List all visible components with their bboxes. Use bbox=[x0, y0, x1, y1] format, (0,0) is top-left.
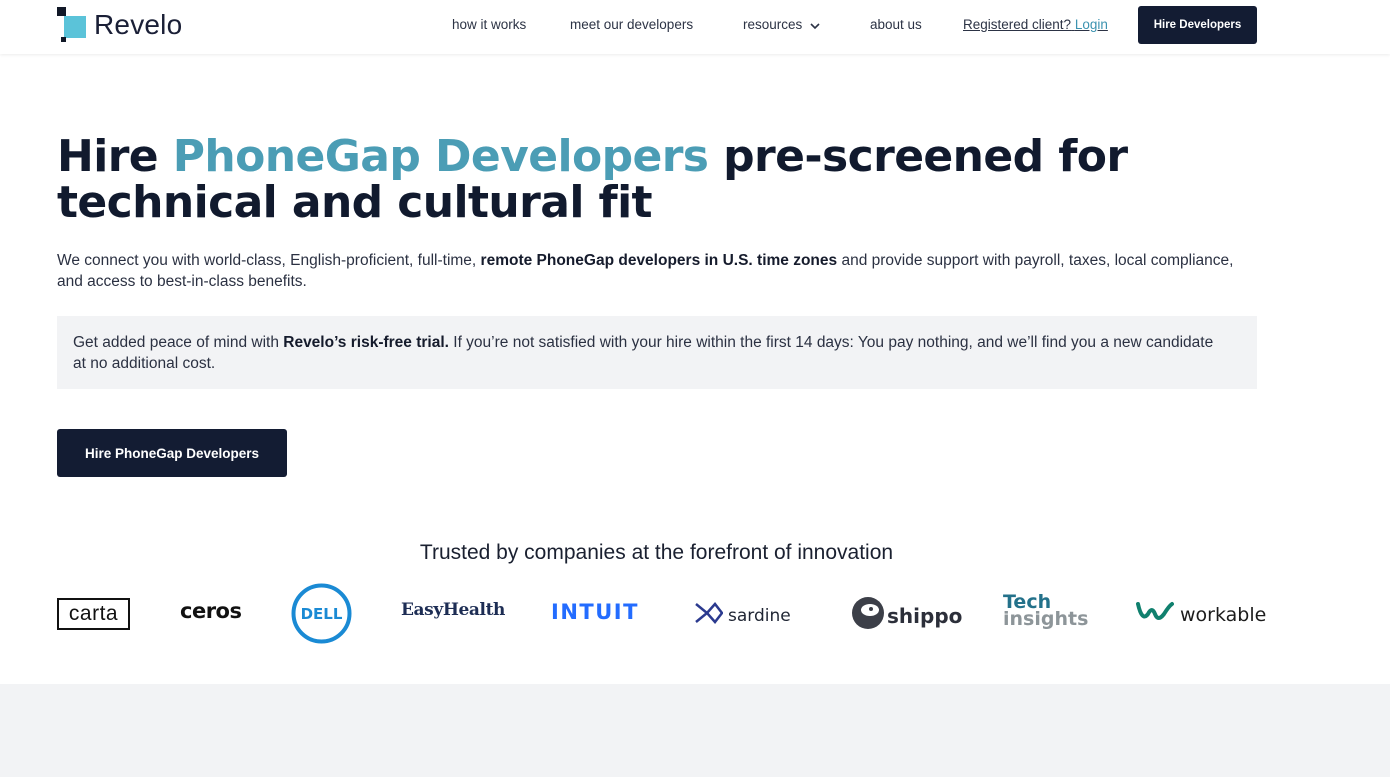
hero-description: We connect you with world-class, English… bbox=[57, 250, 1257, 292]
hire-developers-button[interactable]: Hire Developers bbox=[1138, 6, 1257, 44]
login-link-text: Login bbox=[1074, 17, 1108, 32]
sardine-logo: sardine bbox=[693, 600, 791, 631]
revelo-logo-icon bbox=[57, 7, 87, 43]
workable-logo-icon bbox=[1136, 600, 1174, 629]
trial-text-bold: Revelo’s risk-free trial. bbox=[283, 334, 449, 351]
login-prefix: Registered client? bbox=[963, 17, 1072, 32]
hero-title-accent: PhoneGap Developers bbox=[172, 131, 709, 182]
nav-resources-label: resources bbox=[743, 17, 803, 32]
hero-description-bold: remote PhoneGap developers in U.S. time … bbox=[480, 252, 838, 269]
nav-meet-our-developers[interactable]: meet our developers bbox=[570, 17, 693, 32]
hero-title: Hire PhoneGap Developers pre-screened fo… bbox=[57, 134, 1157, 226]
registered-client-login-link[interactable]: Registered client? Login bbox=[963, 17, 1108, 32]
shippo-logo-icon bbox=[851, 596, 885, 635]
easyhealth-logo: EasyHealth bbox=[401, 600, 505, 620]
sardine-logo-text: sardine bbox=[728, 605, 791, 626]
top-navigation-bar: Revelo how it works meet our developers … bbox=[0, 0, 1390, 54]
techinsights-logo: Tech insights bbox=[1003, 593, 1089, 630]
risk-free-trial-callout: Get added peace of mind with Revelo’s ri… bbox=[57, 316, 1257, 389]
hero-description-part1: We connect you with world-class, English… bbox=[57, 252, 481, 269]
shippo-logo: shippo bbox=[851, 596, 962, 635]
dell-logo-icon: DELL bbox=[291, 583, 352, 644]
nav-how-it-works[interactable]: how it works bbox=[452, 17, 526, 32]
ceros-logo: ceros bbox=[180, 599, 242, 623]
hero-title-prefix: Hire bbox=[57, 131, 173, 182]
dell-logo-text: DELL bbox=[301, 605, 343, 623]
next-section-background bbox=[0, 684, 1390, 777]
workable-logo-text: workable bbox=[1180, 603, 1267, 626]
client-logos-row: carta ceros DELL EasyHealth INTUIT sardi… bbox=[0, 580, 1390, 650]
revelo-logo[interactable]: Revelo bbox=[57, 7, 182, 43]
shippo-logo-text: shippo bbox=[887, 603, 963, 628]
trial-text-part1: Get added peace of mind with bbox=[73, 334, 284, 351]
hire-phonegap-developers-button[interactable]: Hire PhoneGap Developers bbox=[57, 429, 287, 477]
logo-text: Revelo bbox=[94, 9, 183, 40]
carta-logo: carta bbox=[57, 598, 130, 630]
techinsights-line2: insights bbox=[1003, 608, 1089, 630]
trusted-by-heading: Trusted by companies at the forefront of… bbox=[419, 541, 894, 564]
chevron-down-icon bbox=[810, 18, 820, 33]
intuit-logo: INTUIT bbox=[551, 600, 639, 624]
workable-logo: workable bbox=[1136, 600, 1266, 629]
nav-about-us[interactable]: about us bbox=[870, 17, 922, 32]
nav-resources[interactable]: resources bbox=[743, 17, 820, 33]
sardine-logo-icon bbox=[693, 600, 724, 631]
